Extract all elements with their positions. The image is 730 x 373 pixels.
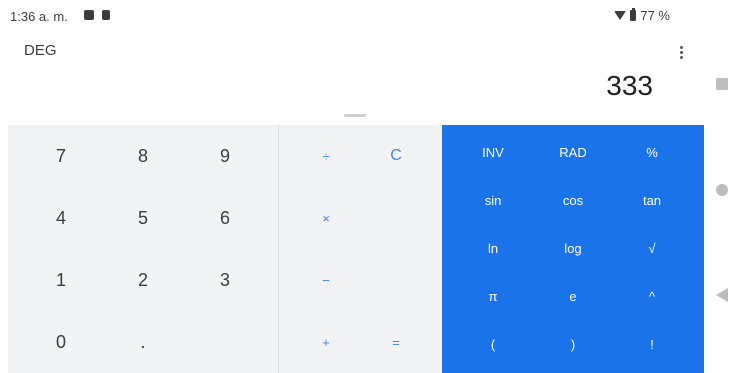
battery-icon <box>630 8 637 21</box>
angle-mode-indicator: DEG <box>24 42 57 59</box>
number-pad: 7 8 9 4 5 6 1 2 3 0 . <box>8 125 278 373</box>
key-4[interactable]: 4 <box>20 187 102 249</box>
key-8[interactable]: 8 <box>102 125 184 187</box>
power-button[interactable]: ^ <box>612 273 692 319</box>
status-right: 77 % <box>614 8 670 23</box>
sqrt-button[interactable]: √ <box>612 225 692 271</box>
plus-button[interactable]: + <box>291 311 361 373</box>
back-icon[interactable] <box>716 288 728 302</box>
key-2[interactable]: 2 <box>102 249 184 311</box>
more-vert-icon[interactable] <box>673 44 689 62</box>
clear-button[interactable]: C <box>361 125 431 187</box>
cos-button[interactable]: cos <box>533 177 613 223</box>
open-paren-button[interactable]: ( <box>453 321 533 367</box>
drag-handle[interactable] <box>344 114 366 117</box>
key-6[interactable]: 6 <box>184 187 266 249</box>
status-bar: 1:36 a. m. 77 % <box>0 0 704 32</box>
battery-level: 77 % <box>640 8 670 23</box>
recents-icon[interactable] <box>716 78 728 90</box>
home-icon[interactable] <box>716 184 728 196</box>
log-button[interactable]: log <box>533 225 613 271</box>
inv-button[interactable]: INV <box>453 129 533 175</box>
image-notification-icon <box>84 10 94 20</box>
pi-button[interactable]: π <box>453 273 533 319</box>
rad-button[interactable]: RAD <box>533 129 613 175</box>
minus-button[interactable]: − <box>291 249 361 311</box>
key-decimal[interactable]: . <box>102 311 184 373</box>
ln-button[interactable]: ln <box>453 225 533 271</box>
key-3[interactable]: 3 <box>184 249 266 311</box>
e-button[interactable]: e <box>533 273 613 319</box>
factorial-button[interactable]: ! <box>612 321 692 367</box>
keypad: 7 8 9 4 5 6 1 2 3 0 . ÷ C × − + = INV RA… <box>8 125 704 373</box>
sin-button[interactable]: sin <box>453 177 533 223</box>
close-paren-button[interactable]: ) <box>533 321 613 367</box>
wifi-icon <box>614 11 627 20</box>
result-display[interactable]: 333 <box>606 70 653 102</box>
tan-button[interactable]: tan <box>612 177 692 223</box>
advanced-pad: INV RAD % sin cos tan ln log √ π e ^ ( )… <box>442 125 704 373</box>
key-0[interactable]: 0 <box>20 311 102 373</box>
key-9[interactable]: 9 <box>184 125 266 187</box>
key-1[interactable]: 1 <box>20 249 102 311</box>
equals-button[interactable]: = <box>361 311 431 373</box>
divide-button[interactable]: ÷ <box>291 125 361 187</box>
operator-pad: ÷ C × − + = <box>278 125 443 373</box>
status-time: 1:36 a. m. <box>10 9 68 24</box>
percent-button[interactable]: % <box>612 129 692 175</box>
multiply-button[interactable]: × <box>291 187 361 249</box>
sd-card-icon <box>102 10 110 20</box>
key-7[interactable]: 7 <box>20 125 102 187</box>
key-5[interactable]: 5 <box>102 187 184 249</box>
